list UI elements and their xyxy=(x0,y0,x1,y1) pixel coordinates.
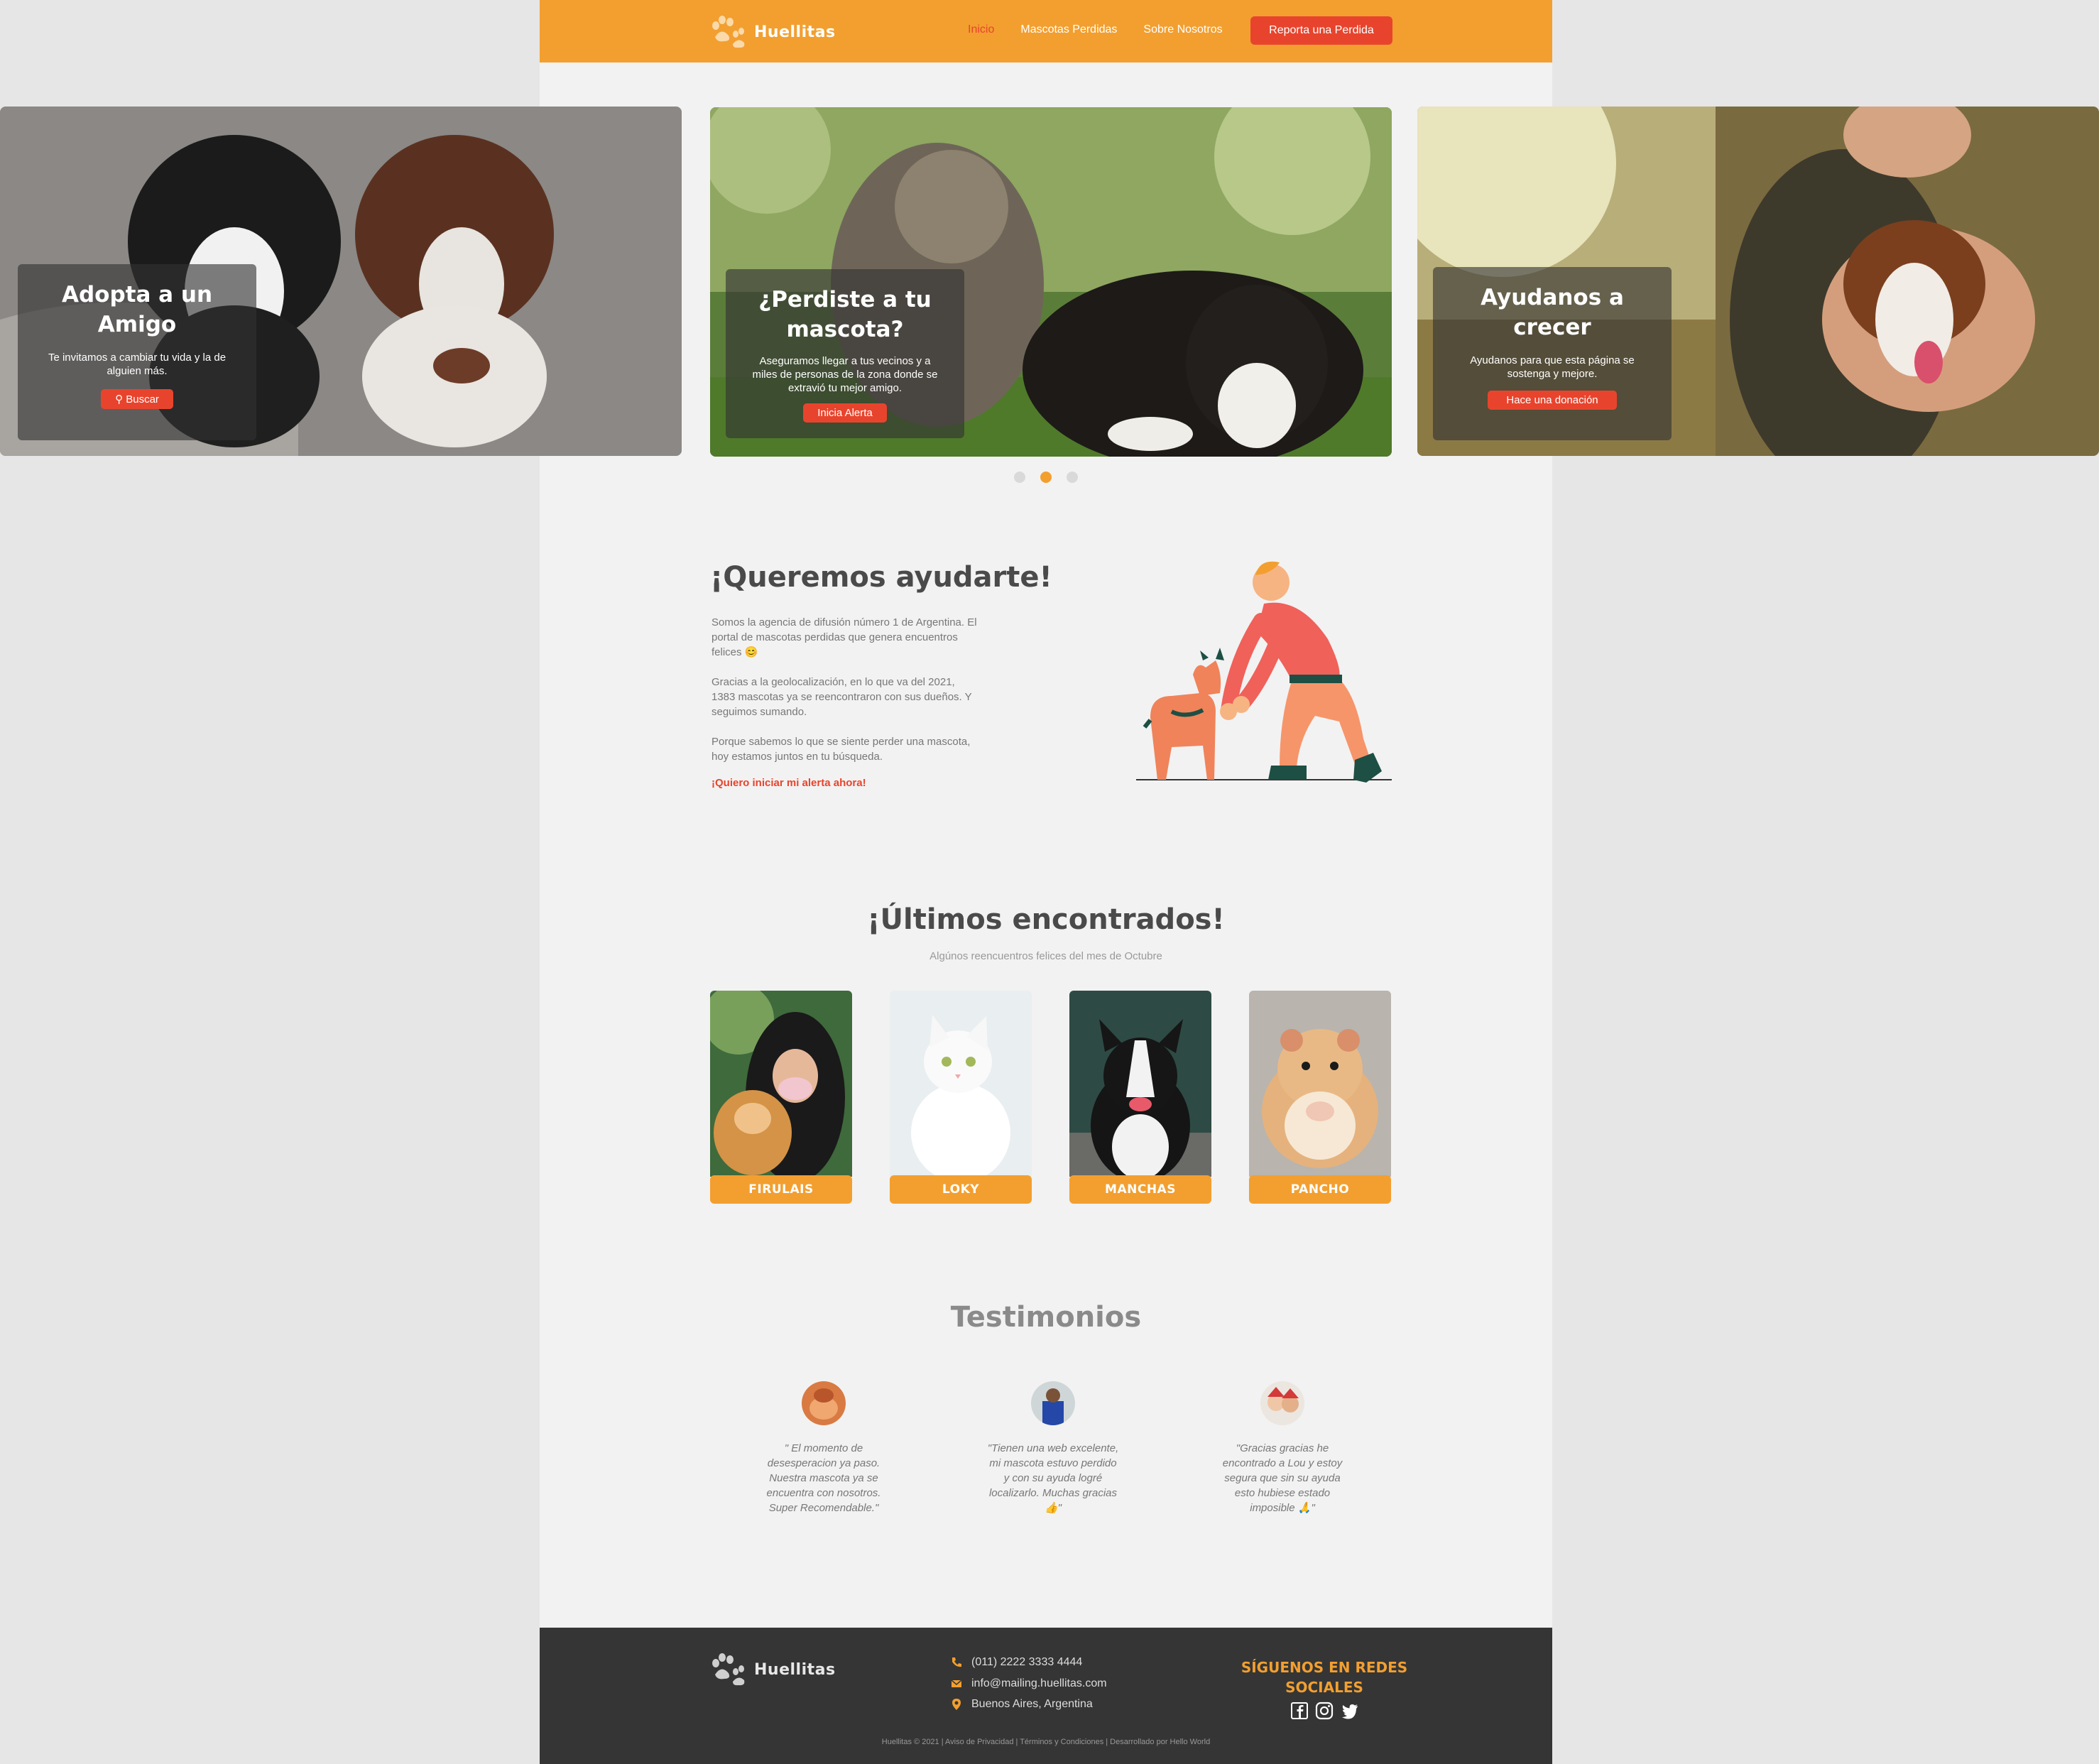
main-nav: Inicio Mascotas Perdidas Sobre Nosotros xyxy=(968,23,1223,36)
start-alert-link[interactable]: ¡Quiero iniciar mi alerta ahora! xyxy=(712,777,866,789)
facebook-icon[interactable] xyxy=(1290,1702,1309,1720)
paw-icon xyxy=(712,16,745,48)
slide-text: Aseguramos llegar a tus vecinos y a mile… xyxy=(752,355,938,394)
carousel-dots xyxy=(1014,472,1078,483)
found-title: ¡Últimos encontrados! xyxy=(867,903,1225,936)
avatar xyxy=(1031,1381,1075,1425)
follow-us-heading: SÍGUENOS EN REDES SOCIALES xyxy=(1241,1659,1408,1696)
slide-title: Ayudanos a crecer xyxy=(1481,285,1624,340)
white-cat-photo xyxy=(890,991,1032,1177)
search-icon: ⚲ xyxy=(115,393,124,405)
donate-button[interactable]: Hace una donación xyxy=(1488,391,1617,410)
help-paragraph: Porque sabemos lo que se siente perder u… xyxy=(712,736,971,763)
footer-logo[interactable]: Huellitas xyxy=(710,1653,836,1686)
pet-card[interactable]: MANCHAS xyxy=(1069,991,1211,1204)
carousel-slide-lost: ¿Perdiste a tu mascota? Aseguramos llega… xyxy=(710,107,1392,457)
carousel-slide-donate: Ayudanos a crecer Ayudanos para que esta… xyxy=(1417,107,2099,456)
girl-with-dog-photo xyxy=(710,991,852,1177)
instagram-icon[interactable] xyxy=(1315,1702,1334,1720)
pet-name: LOKY xyxy=(890,1175,1032,1204)
pet-photo xyxy=(890,991,1032,1177)
carousel-dot-3[interactable] xyxy=(1067,472,1078,483)
hamster-photo xyxy=(1249,991,1391,1177)
slide-caption: Adopta a un Amigo Te invitamos a cambiar… xyxy=(18,264,256,440)
pet-card[interactable]: FIRULAIS xyxy=(710,991,852,1204)
navbar: Huellitas Inicio Mascotas Perdidas Sobre… xyxy=(540,0,1552,62)
twitter-icon[interactable] xyxy=(1341,1702,1359,1720)
testimonial-quote: "Tienen una web excelente, mi mascota es… xyxy=(987,1442,1119,1514)
pet-photo xyxy=(710,991,852,1177)
pet-card[interactable]: LOKY xyxy=(890,991,1032,1204)
testimonial-card: " El momento de desesperacion ya paso. N… xyxy=(742,1381,905,1515)
start-alert-button[interactable]: Inicia Alerta xyxy=(803,403,887,423)
avatar-image xyxy=(1260,1381,1304,1425)
slide-caption: Ayudanos a crecer Ayudanos para que esta… xyxy=(1433,267,1672,440)
location-pin-icon xyxy=(952,1699,961,1710)
footer-phone[interactable]: (011) 2222 3333 4444 xyxy=(950,1656,1082,1669)
avatar-image xyxy=(1031,1381,1075,1425)
search-button[interactable]: ⚲ Buscar xyxy=(101,389,173,409)
pet-photo xyxy=(1249,991,1391,1177)
pet-card[interactable]: PANCHO xyxy=(1249,991,1391,1204)
slide-title: ¿Perdiste a tu mascota? xyxy=(758,287,932,342)
carousel-dot-1[interactable] xyxy=(1014,472,1025,483)
footer-brand-name: Huellitas xyxy=(754,1660,836,1679)
brand-name: Huellitas xyxy=(754,23,836,41)
testimonials-title: Testimonios xyxy=(950,1301,1142,1334)
footer-legal[interactable]: Huellitas © 2021 | Aviso de Privacidad |… xyxy=(540,1738,1552,1746)
help-text: Somos la agencia de difusión número 1 de… xyxy=(712,615,981,779)
help-title: ¡Queremos ayudarte! xyxy=(710,561,1052,594)
avatar-image xyxy=(802,1381,846,1425)
testimonial-card: "Tienen una web excelente, mi mascota es… xyxy=(971,1381,1135,1515)
pet-name: MANCHAS xyxy=(1069,1175,1211,1204)
search-button-label: Buscar xyxy=(126,393,159,405)
phone-icon xyxy=(952,1657,961,1667)
testimonial-quote: " El momento de desesperacion ya paso. N… xyxy=(766,1442,881,1514)
testimonial-quote: "Gracias gracias he encontrado a Lou y e… xyxy=(1222,1442,1343,1514)
footer-address: Buenos Aires, Argentina xyxy=(950,1698,1093,1711)
avatar xyxy=(1260,1381,1304,1425)
slide-caption: ¿Perdiste a tu mascota? Aseguramos llega… xyxy=(726,269,964,438)
pet-photo xyxy=(1069,991,1211,1177)
pet-name: PANCHO xyxy=(1249,1175,1391,1204)
help-paragraph: Somos la agencia de difusión número 1 de… xyxy=(712,616,977,658)
slide-title: Adopta a un Amigo xyxy=(61,282,213,337)
nav-link-inicio[interactable]: Inicio xyxy=(968,23,994,36)
address-text: Buenos Aires, Argentina xyxy=(971,1698,1093,1710)
avatar xyxy=(802,1381,846,1425)
border-collie-photo xyxy=(1069,991,1211,1177)
person-petting-dog-illustration xyxy=(1136,561,1392,783)
help-paragraph: Gracias a la geolocalización, en lo que … xyxy=(712,676,972,718)
nav-link-sobre-nosotros[interactable]: Sobre Nosotros xyxy=(1143,23,1222,36)
slide-text: Ayudanos para que esta página se sosteng… xyxy=(1470,354,1635,380)
brand-logo[interactable]: Huellitas xyxy=(710,16,836,48)
mail-icon xyxy=(951,1679,962,1687)
carousel-dot-2[interactable] xyxy=(1040,472,1052,483)
found-subtitle: Algúnos reencuentros felices del mes de … xyxy=(929,950,1162,962)
footer-email[interactable]: info@mailing.huellitas.com xyxy=(950,1677,1107,1690)
pet-name: FIRULAIS xyxy=(710,1175,852,1204)
carousel-slide-adopt: Adopta a un Amigo Te invitamos a cambiar… xyxy=(0,107,682,456)
report-loss-button[interactable]: Reporta una Perdida xyxy=(1250,16,1392,45)
slide-text: Te invitamos a cambiar tu vida y la de a… xyxy=(48,352,227,377)
nav-link-mascotas-perdidas[interactable]: Mascotas Perdidas xyxy=(1020,23,1117,36)
testimonial-card: "Gracias gracias he encontrado a Lou y e… xyxy=(1201,1381,1364,1515)
phone-text: (011) 2222 3333 4444 xyxy=(971,1656,1083,1668)
email-text: info@mailing.huellitas.com xyxy=(971,1677,1107,1689)
paw-icon xyxy=(712,1653,745,1686)
